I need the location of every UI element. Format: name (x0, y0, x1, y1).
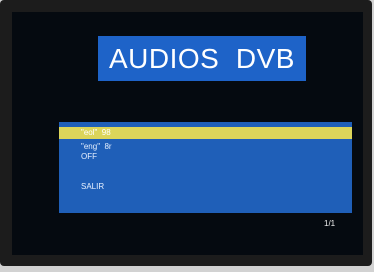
menu-item-off[interactable]: OFF (59, 151, 352, 163)
menu-item-exit[interactable]: SALIR (59, 181, 352, 193)
tv-screen: AUDIOS DVB "eol" 98 "eng" 8r OFF SALIR 1… (12, 12, 363, 255)
tv-bezel: AUDIOS DVB "eol" 98 "eng" 8r OFF SALIR 1… (0, 0, 372, 266)
menu-item-label: SALIR (81, 182, 105, 191)
page-title: AUDIOS DVB (109, 42, 295, 74)
audio-menu: "eol" 98 "eng" 8r OFF SALIR (59, 122, 352, 213)
menu-item-label: "eol" 98 (81, 128, 111, 137)
page-indicator: 1/1 (324, 219, 336, 228)
menu-item-label: OFF (81, 152, 97, 161)
menu-item-audio-track-1[interactable]: "eol" 98 (59, 127, 352, 139)
title-banner: AUDIOS DVB (98, 36, 306, 81)
